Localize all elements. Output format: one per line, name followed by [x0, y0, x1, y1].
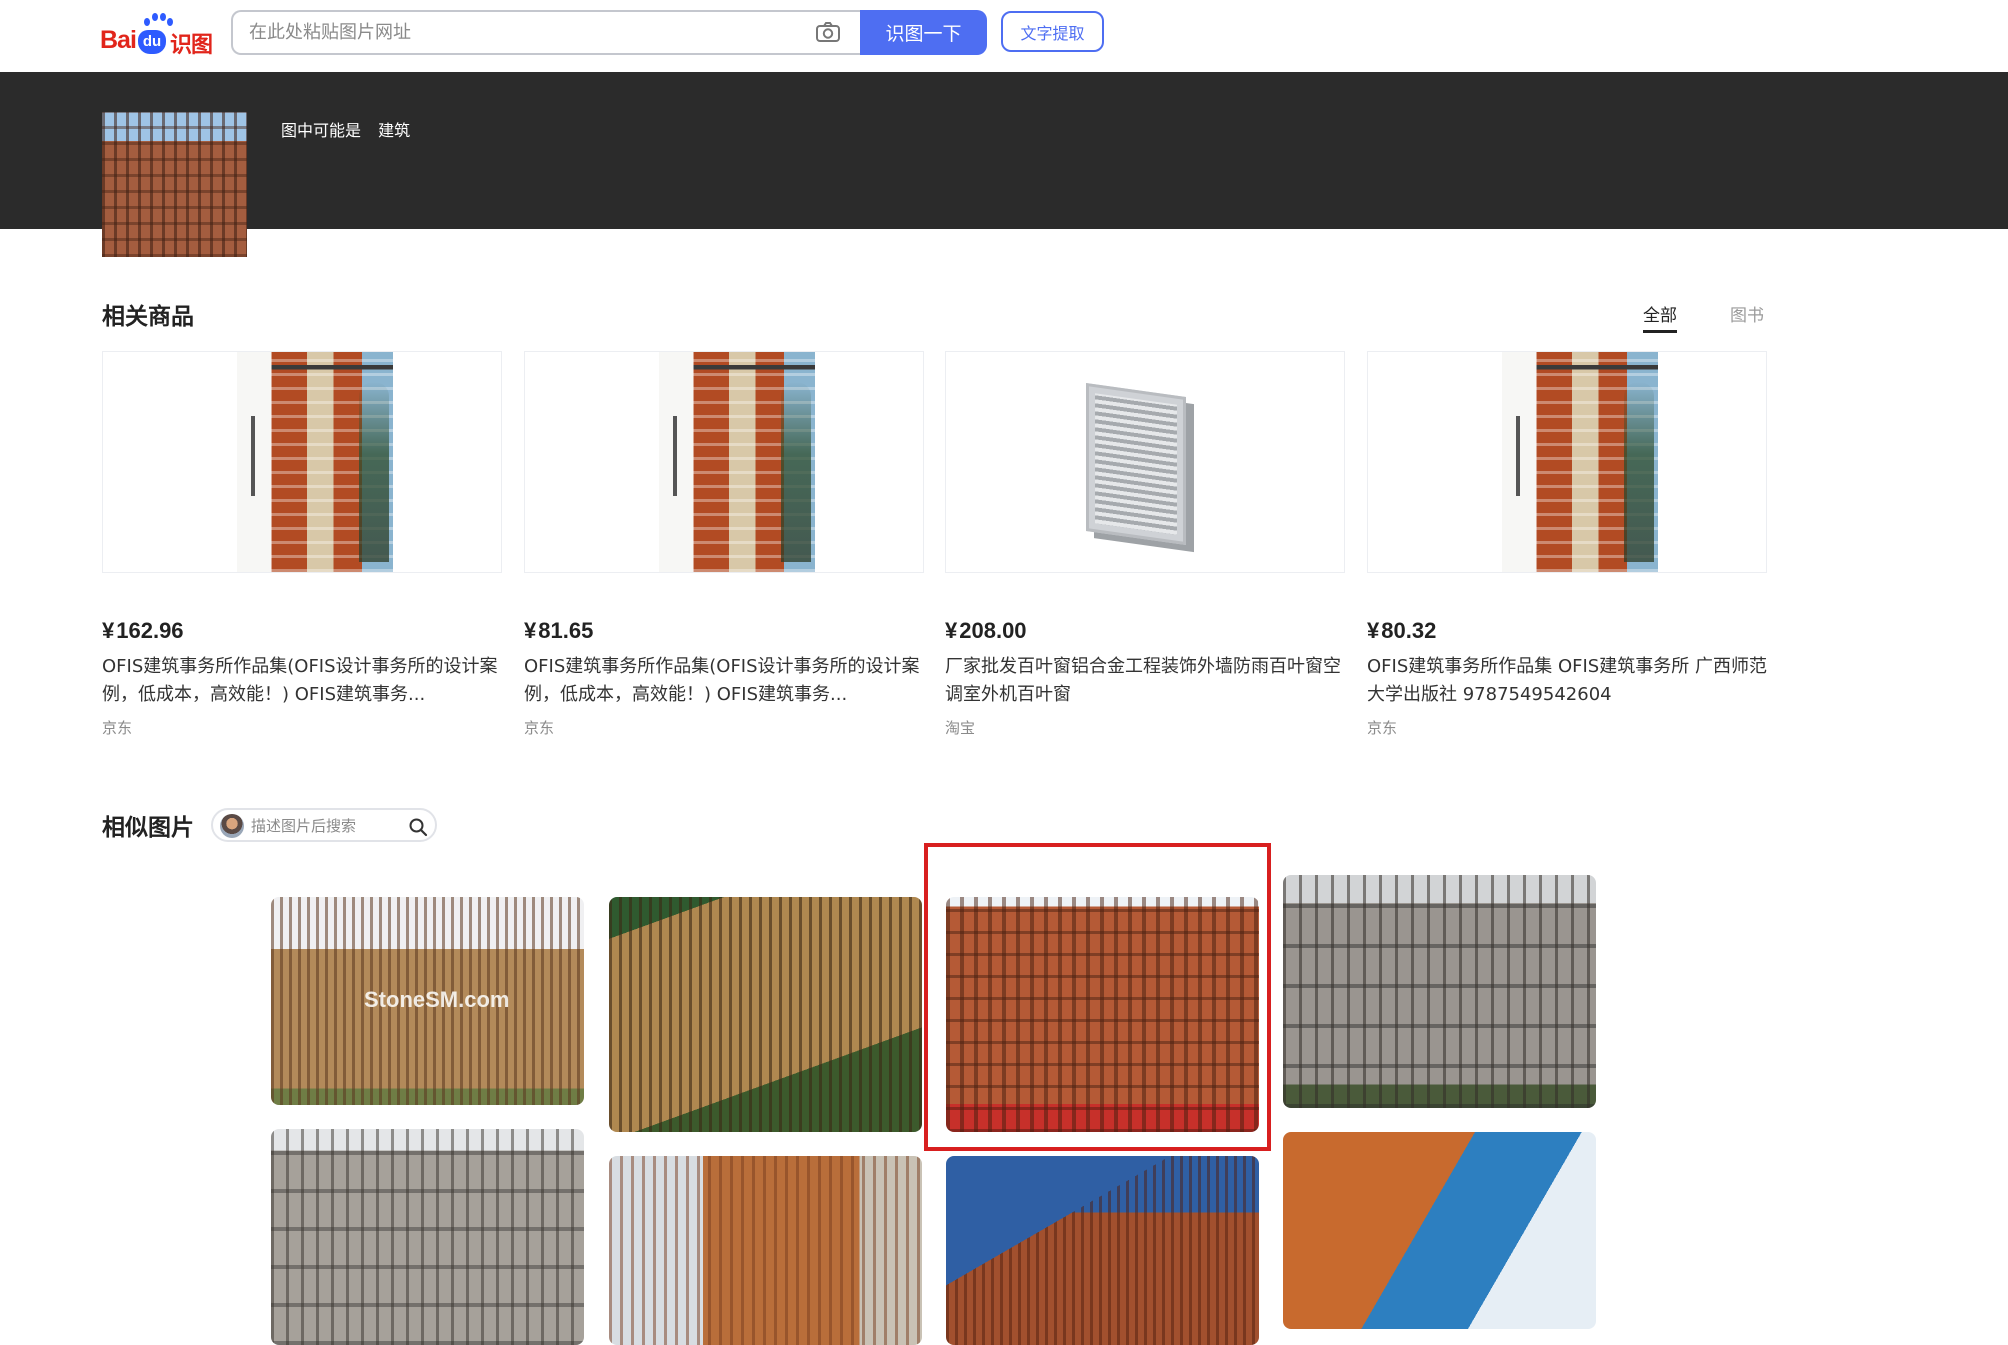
price-value: 208.00 [959, 618, 1027, 643]
baidu-shitu-logo[interactable]: Bai du 识图 [100, 12, 215, 58]
product-image[interactable] [945, 351, 1345, 573]
describe-search-input[interactable] [251, 814, 401, 838]
product-price: ¥81.65 [524, 618, 924, 644]
recognize-image-button[interactable]: 识图一下 [860, 10, 987, 55]
similar-image[interactable] [1283, 1132, 1596, 1329]
logo-du-text: du [138, 30, 166, 54]
query-image-thumbnail[interactable] [102, 112, 247, 257]
price-value: 81.65 [538, 618, 594, 643]
currency-symbol: ¥ [1367, 618, 1380, 643]
product-title[interactable]: OFIS建筑事务所作品集(OFIS设计事务所的设计案例，低成本，高效能！) OF… [524, 653, 924, 709]
currency-symbol: ¥ [945, 618, 958, 643]
similar-image[interactable] [609, 897, 922, 1132]
product-image[interactable] [1367, 351, 1767, 573]
product-card[interactable]: ¥208.00 厂家批发百叶窗铝合金工程装饰外墙防雨百叶窗空调室外机百叶窗 淘宝 [945, 351, 1345, 738]
product-title[interactable]: OFIS建筑事务所作品集 OFIS建筑事务所 广西师范大学出版社 9787549… [1367, 653, 1767, 709]
price-value: 162.96 [116, 618, 184, 643]
product-card[interactable]: ¥162.96 OFIS建筑事务所作品集(OFIS设计事务所的设计案例，低成本，… [102, 351, 502, 738]
product-source: 京东 [524, 719, 555, 737]
describe-search-box [211, 808, 437, 842]
text-extract-button[interactable]: 文字提取 [1001, 11, 1104, 52]
url-search-bar: 识图一下 [231, 10, 987, 55]
product-price: ¥80.32 [1367, 618, 1767, 644]
product-card[interactable]: ¥80.32 OFIS建筑事务所作品集 OFIS建筑事务所 广西师范大学出版社 … [1367, 351, 1767, 738]
product-price: ¥162.96 [102, 618, 502, 644]
similar-section-title: 相似图片 [102, 815, 194, 841]
selection-highlight [924, 843, 1271, 1151]
currency-symbol: ¥ [524, 618, 537, 643]
logo-bai-text: Bai [100, 26, 137, 54]
price-value: 80.32 [1381, 618, 1437, 643]
recognition-result: 图中可能是 建筑 [281, 117, 422, 141]
result-label: 图中可能是 [281, 121, 362, 140]
similar-image[interactable] [271, 1129, 584, 1345]
product-title[interactable]: OFIS建筑事务所作品集(OFIS设计事务所的设计案例，低成本，高效能！) OF… [102, 653, 502, 709]
currency-symbol: ¥ [102, 618, 115, 643]
product-source: 京东 [1367, 719, 1398, 737]
product-image[interactable] [102, 351, 502, 573]
result-value[interactable]: 建筑 [378, 121, 410, 140]
similar-image[interactable] [946, 1156, 1259, 1345]
product-card[interactable]: ¥81.65 OFIS建筑事务所作品集(OFIS设计事务所的设计案例，低成本，高… [524, 351, 924, 738]
product-image[interactable] [524, 351, 924, 573]
avatar-icon[interactable] [220, 814, 244, 838]
product-source: 淘宝 [945, 719, 976, 737]
camera-icon[interactable] [815, 21, 841, 43]
similar-image[interactable] [609, 1156, 922, 1345]
product-source: 京东 [102, 719, 133, 737]
tab-all[interactable]: 全部 [1643, 301, 1677, 333]
similar-image[interactable]: StoneSM.com [271, 897, 584, 1105]
similar-image[interactable] [1283, 875, 1596, 1108]
product-title[interactable]: 厂家批发百叶窗铝合金工程装饰外墙防雨百叶窗空调室外机百叶窗 [945, 653, 1345, 709]
image-url-input[interactable] [231, 10, 863, 55]
products-section-title: 相关商品 [102, 304, 194, 330]
query-result-band [0, 72, 2008, 229]
tab-books[interactable]: 图书 [1730, 301, 1764, 326]
top-bar: Bai du 识图 识图一下 文字提取 [0, 0, 2008, 72]
product-price: ¥208.00 [945, 618, 1345, 644]
logo-shitu-text: 识图 [170, 33, 213, 58]
image-watermark: StoneSM.com [364, 987, 510, 1012]
search-icon[interactable] [408, 817, 428, 837]
